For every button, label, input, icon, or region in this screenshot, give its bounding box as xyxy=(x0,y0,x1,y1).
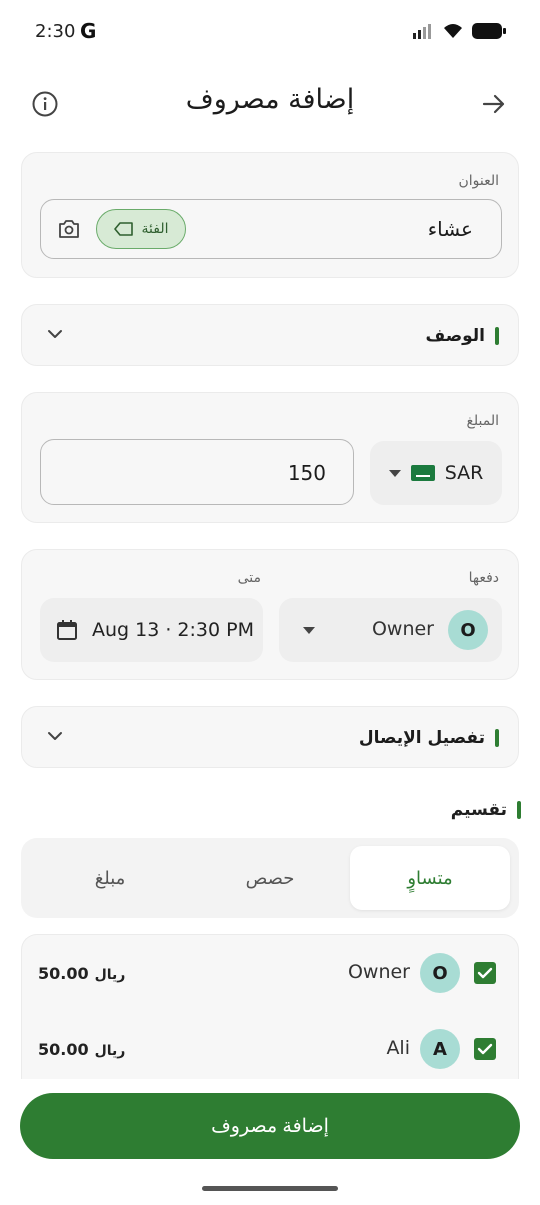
status-time: 2:30 xyxy=(35,21,76,42)
category-chip-label: الفئة xyxy=(141,221,169,237)
receipt-details-section[interactable]: تفصيل الإيصال xyxy=(21,706,519,768)
title-value: عشاء xyxy=(427,217,473,241)
member-amount: 50.00 ريال xyxy=(38,964,125,983)
avatar: O xyxy=(448,610,488,650)
accent-bar xyxy=(517,801,521,819)
date-picker-button[interactable]: Aug 13 · 2:30 PM xyxy=(40,598,263,662)
chevron-down-icon[interactable] xyxy=(46,729,64,743)
category-chip[interactable]: الفئة xyxy=(96,209,186,249)
avatar: O xyxy=(420,953,460,993)
currency-selector[interactable]: SAR xyxy=(370,441,502,505)
tag-icon xyxy=(113,222,133,236)
caret-down-icon xyxy=(303,627,315,634)
paid-by-label: دفعها xyxy=(468,570,499,586)
currency-symbol: ريال xyxy=(94,1043,126,1059)
avatar: A xyxy=(420,1029,460,1069)
member-amount-value: 50.00 xyxy=(38,964,89,983)
member-amount-value: 50.00 xyxy=(38,1040,89,1059)
member-name: Owner xyxy=(347,961,410,983)
amount-input[interactable]: 150 xyxy=(40,439,354,505)
title-input[interactable]: عشاء الفئة xyxy=(40,199,502,259)
description-header: الوصف xyxy=(425,326,499,346)
chevron-down-icon[interactable] xyxy=(46,327,64,341)
home-indicator[interactable] xyxy=(202,1186,338,1191)
amount-label: المبلغ xyxy=(466,413,499,429)
title-card: العنوان عشاء الفئة xyxy=(21,152,519,278)
description-section[interactable]: الوصف xyxy=(21,304,519,366)
members-list: O Owner 50.00 ريال A Ali 50.00 ريال xyxy=(21,934,519,1079)
payer-selector[interactable]: O Owner xyxy=(279,598,502,662)
amount-value: 150 xyxy=(287,461,326,485)
arrow-right-icon xyxy=(482,94,505,114)
status-icons xyxy=(412,22,506,40)
member-checkbox[interactable] xyxy=(474,962,496,984)
status-bar: 2:30 G xyxy=(0,0,540,66)
wifi-icon xyxy=(444,24,462,38)
check-icon xyxy=(477,1043,493,1055)
member-checkbox[interactable] xyxy=(474,1038,496,1060)
currency-symbol: ريال xyxy=(94,967,126,983)
currency-code: SAR xyxy=(444,462,484,484)
back-button[interactable] xyxy=(476,86,512,122)
list-item[interactable]: O Owner 50.00 ريال xyxy=(22,943,518,1003)
signal-icon xyxy=(413,24,431,39)
add-expense-button[interactable]: إضافة مصروف xyxy=(20,1093,520,1159)
battery-icon xyxy=(472,23,506,39)
title-label: العنوان xyxy=(458,173,499,189)
split-label: تقسيم xyxy=(450,800,507,820)
tab-amount[interactable]: مبلغ xyxy=(30,846,190,910)
amount-card: المبلغ SAR 150 xyxy=(21,392,519,523)
accent-bar xyxy=(495,327,499,345)
payer-name: Owner xyxy=(371,618,434,640)
date-value: Aug 13 · 2:30 PM xyxy=(92,619,254,641)
page-title: إضافة مصروف xyxy=(185,84,355,115)
receipt-header: تفصيل الإيصال xyxy=(359,728,499,748)
calendar-icon xyxy=(57,620,77,640)
when-label: متى xyxy=(237,570,261,586)
camera-icon[interactable] xyxy=(58,219,80,239)
member-amount: 50.00 ريال xyxy=(38,1040,125,1059)
check-icon xyxy=(477,967,493,979)
tab-shares[interactable]: حصص xyxy=(190,846,350,910)
accent-bar xyxy=(495,729,499,747)
tab-equal[interactable]: متساوٍ xyxy=(350,846,510,910)
receipt-label: تفصيل الإيصال xyxy=(358,728,485,748)
list-item[interactable]: A Ali 50.00 ريال xyxy=(22,1019,518,1079)
description-label: الوصف xyxy=(425,326,485,346)
google-icon: G xyxy=(80,19,97,43)
caret-down-icon xyxy=(388,469,401,477)
app-bar: إضافة مصروف xyxy=(0,72,540,132)
split-mode-tabs: متساوٍ حصص مبلغ xyxy=(21,838,519,918)
saudi-flag-icon xyxy=(410,465,435,481)
member-name: Ali xyxy=(386,1037,410,1059)
payment-card: دفعها متى O Owner Aug 13 · 2:30 PM xyxy=(21,549,519,680)
split-header: تقسيم xyxy=(451,800,521,820)
